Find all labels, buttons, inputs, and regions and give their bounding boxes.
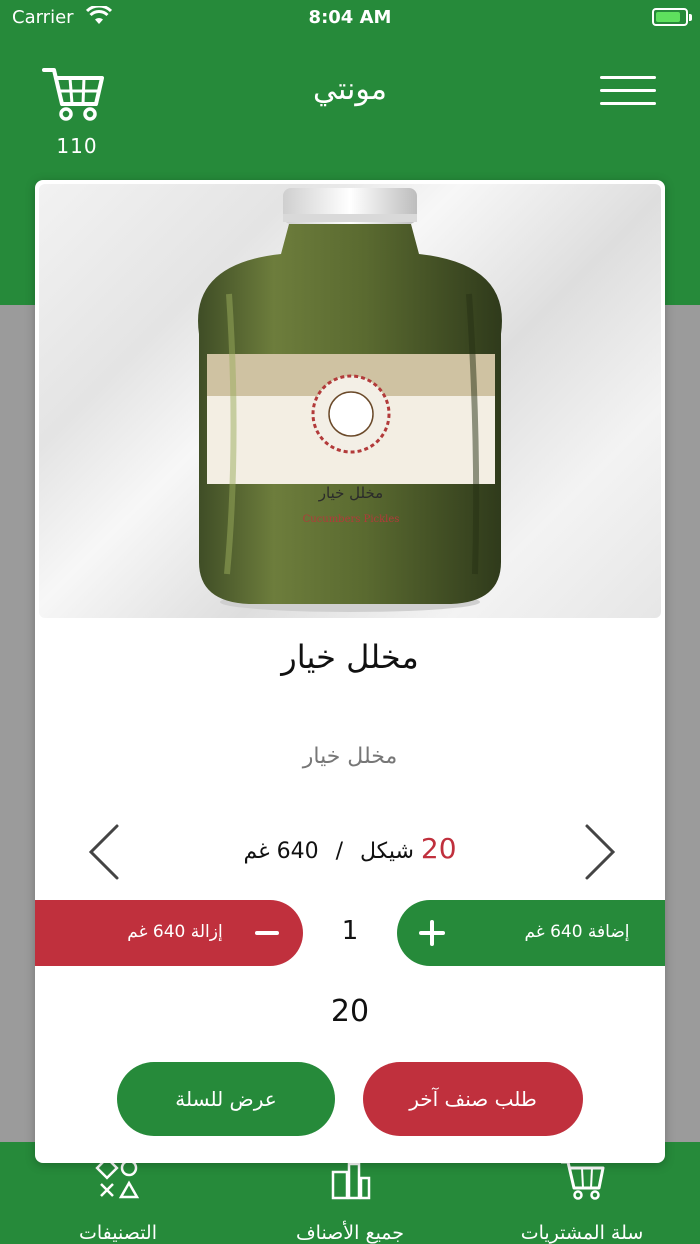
cart-count-badge: 110 <box>56 134 98 158</box>
quantity-value: 1 <box>341 916 359 946</box>
battery-icon <box>652 8 692 26</box>
quantity-stepper: إزالة 640 غم 1 إضافة 640 غم <box>35 898 665 968</box>
tab-label: التصنيفات <box>78 1222 158 1244</box>
view-cart-button[interactable]: عرض للسلة <box>117 1062 335 1136</box>
pickle-jar-image: مخلل خيار Cucumbers Pickles <box>198 188 502 612</box>
plus-icon <box>419 920 445 946</box>
status-bar: Carrier 8:04 AM <box>0 0 700 36</box>
product-description: مخلل خيار <box>302 744 398 769</box>
add-button[interactable]: إضافة 640 غم <box>397 900 665 966</box>
unit-label: 640 غم <box>243 839 319 864</box>
remove-button-label: إزالة 640 غم <box>127 922 223 942</box>
menu-icon[interactable] <box>600 74 656 108</box>
add-button-label: إضافة 640 غم <box>524 922 630 942</box>
clock: 8:04 AM <box>308 7 392 28</box>
total-price: 20 <box>330 994 370 1029</box>
product-modal: مخلل خيار Cucumbers Pickles مخلل خيار مخ… <box>35 180 665 1163</box>
currency-label: شيكل <box>360 839 414 864</box>
price-row: 20 شيكل / 640 غم <box>35 832 665 865</box>
product-name: مخلل خيار <box>281 638 419 676</box>
price-separator: / <box>335 839 344 864</box>
order-other-item-button[interactable]: طلب صنف آخر <box>363 1062 583 1136</box>
jar-label-ar: مخلل خيار <box>318 484 383 502</box>
tab-label: جميع الأصناف <box>295 1222 405 1244</box>
app-title: مونتي <box>313 72 387 107</box>
price-value: 20 <box>420 832 457 865</box>
tab-label: سلة المشتريات <box>520 1222 644 1244</box>
remove-button[interactable]: إزالة 640 غم <box>35 900 303 966</box>
product-image: مخلل خيار Cucumbers Pickles <box>39 184 661 618</box>
minus-icon <box>255 931 279 935</box>
jar-label-en: Cucumbers Pickles <box>303 514 400 525</box>
